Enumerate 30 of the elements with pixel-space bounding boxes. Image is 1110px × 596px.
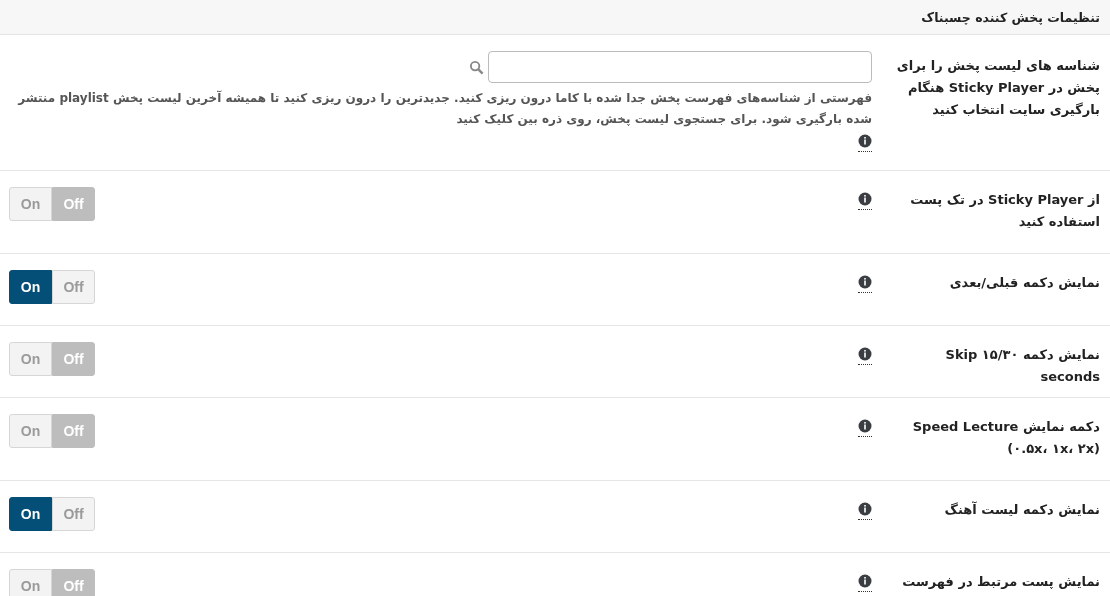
info-icon[interactable]: [858, 275, 872, 293]
info-icon[interactable]: [858, 502, 872, 520]
info-icon[interactable]: [858, 192, 872, 210]
off-option[interactable]: Off: [52, 569, 95, 596]
info-icon[interactable]: [858, 134, 872, 152]
on-option[interactable]: On: [9, 270, 52, 304]
search-icon[interactable]: [469, 59, 484, 75]
off-option[interactable]: Off: [52, 414, 95, 448]
setting-label: شناسه های لیست پخش را برای پخش در Sticky Player هنگام بارگیری سایت انتخاب کنید: [895, 57, 1101, 119]
playlist-id-field[interactable]: [488, 51, 872, 83]
setting-label: نمایش پست مرتبط در فهرست: [901, 573, 1101, 591]
on-option[interactable]: On: [9, 342, 52, 376]
setting-label: نمایش دکمه لیست آهنگ: [943, 500, 1101, 519]
off-option[interactable]: Off: [52, 497, 95, 531]
info-icon[interactable]: [858, 574, 872, 592]
info-icon[interactable]: [858, 419, 872, 437]
on-option[interactable]: On: [9, 414, 52, 448]
on-option[interactable]: On: [9, 187, 52, 221]
on-option[interactable]: On: [9, 569, 52, 596]
on-option[interactable]: On: [9, 497, 52, 531]
info-icon[interactable]: [858, 347, 872, 365]
section-title: تنظیمات پخش کننده چسبناک: [921, 9, 1100, 25]
setting-label: نمایش دکمه Skip ۱۵/۳۰ seconds: [944, 346, 1101, 386]
setting-label: نمایش دکمه قبلی/بعدی: [948, 274, 1101, 292]
off-option[interactable]: Off: [52, 270, 95, 304]
setting-label: دکمه نمایش Speed Lecture (۰.۵x، ۱x، ۲x): [911, 418, 1101, 458]
off-option[interactable]: Off: [52, 187, 95, 221]
setting-description: فهرستی از شناسه‌های فهرست پخش جدا شده با کاما درون ریزی کنید. جدیدترین را درون ریزی کنید تا همیشه آخرین لیست پخش playlist منتشر شده بارگیری شود. برای جستجوی لیست پخش، روی ذره بین کلیک کنید: [16, 89, 872, 129]
off-option[interactable]: Off: [52, 342, 95, 376]
setting-label: از Sticky Player در تک پست استفاده کنید: [909, 191, 1101, 231]
